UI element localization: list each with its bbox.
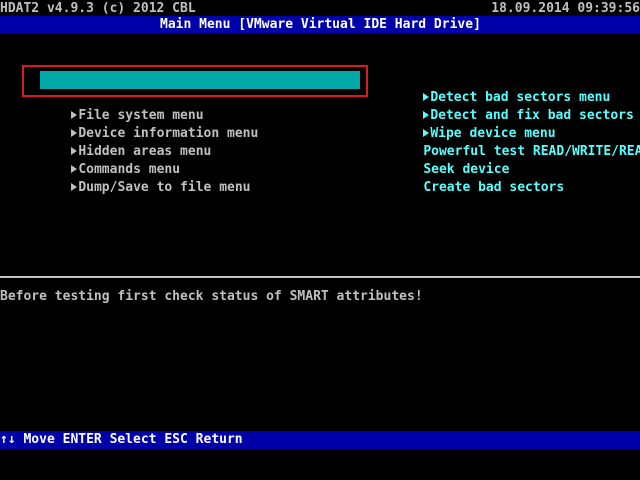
menu-item-dump-save[interactable]: Dump/Save to file menu (40, 161, 251, 195)
submenu-item-powerful-test[interactable]: Powerful test READ/WRITE/READ/ (392, 125, 640, 159)
title-bar: Main Menu [VMware Virtual IDE Hard Drive… (0, 16, 640, 34)
menu-item-label: Dump/Save to file menu (78, 180, 251, 195)
submenu-item-seek-device[interactable]: Seek device (392, 143, 509, 177)
footer-hint-text: ↑↓ Move ENTER Select ESC Return (0, 432, 243, 447)
menu-item-hidden-areas[interactable]: Hidden areas menu (40, 125, 211, 159)
selection-highlight-box (22, 65, 368, 97)
menu-item-commands[interactable]: Commands menu (40, 143, 180, 177)
submenu-item-detect-bad-sectors[interactable]: Detect bad sectors menu (392, 71, 610, 105)
window-title: Main Menu [VMware Virtual IDE Hard Drive… (160, 17, 481, 32)
submenu-item-detect-fix-bad-sectors[interactable]: Detect and fix bad sectors me (392, 89, 640, 123)
submenu-item-create-bad-sectors[interactable]: Create bad sectors (392, 161, 564, 195)
submenu-item-wipe-device[interactable]: Wipe device menu (392, 107, 556, 141)
status-message: Before testing first check status of SMA… (0, 289, 423, 304)
arrow-right-icon (71, 183, 78, 191)
submenu-item-label: Create bad sectors (423, 180, 565, 195)
divider (0, 276, 640, 278)
footer-hint-bar: ↑↓ Move ENTER Select ESC Return (0, 431, 640, 449)
menu-item-device-information[interactable]: Device information menu (40, 107, 258, 141)
